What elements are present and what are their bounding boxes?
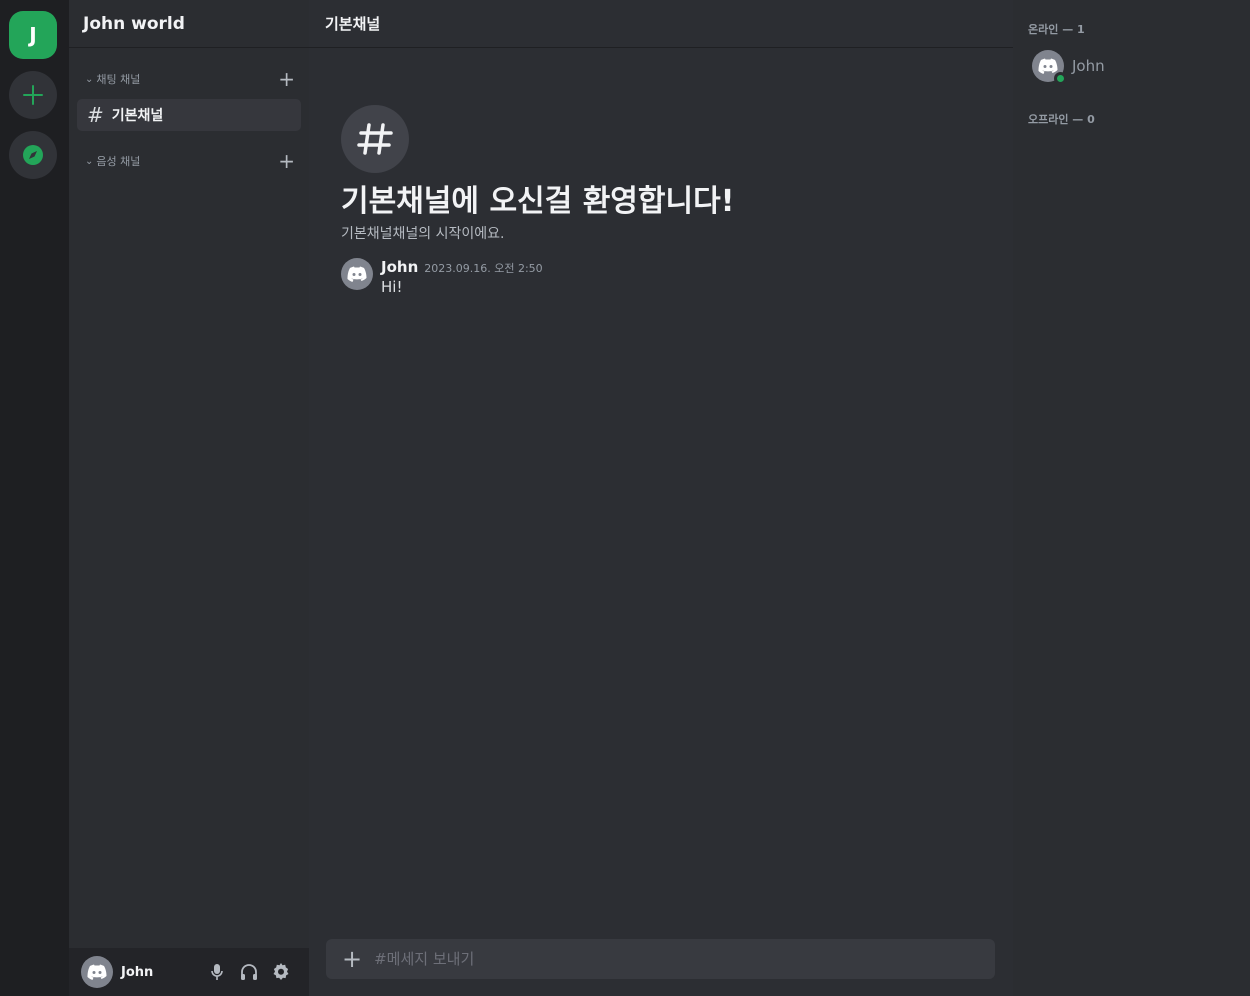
attach-plus-icon[interactable]: + bbox=[342, 947, 362, 971]
message-timestamp: 2023.09.16. 오전 2:50 bbox=[424, 262, 543, 275]
message-author[interactable]: John bbox=[381, 258, 418, 276]
member-item[interactable]: John bbox=[1032, 50, 1105, 85]
user-settings-button[interactable] bbox=[265, 956, 297, 988]
online-members-header: 온라인 — 1 bbox=[1028, 23, 1085, 36]
hash-icon: # bbox=[87, 103, 104, 127]
channel-item-default[interactable]: # 기본채널 bbox=[77, 99, 301, 131]
plus-icon bbox=[23, 85, 43, 105]
avatar[interactable] bbox=[341, 258, 373, 290]
channel-name: 기본채널 bbox=[111, 108, 164, 124]
explore-servers-button[interactable] bbox=[9, 131, 57, 179]
category-label: 채팅 채널 bbox=[96, 73, 141, 86]
online-status-icon bbox=[1054, 72, 1067, 85]
deafen-button[interactable] bbox=[233, 956, 265, 988]
username: John bbox=[121, 964, 154, 980]
server-initial: J bbox=[29, 23, 37, 47]
hash-icon bbox=[357, 123, 393, 155]
mute-button[interactable] bbox=[201, 956, 233, 988]
category-voice-channels[interactable]: ⌄ 음성 채널 + bbox=[85, 151, 295, 171]
avatar[interactable] bbox=[81, 956, 113, 988]
chevron-down-icon: ⌄ bbox=[85, 73, 94, 85]
category-label: 음성 채널 bbox=[96, 155, 141, 168]
add-server-button[interactable] bbox=[9, 71, 57, 119]
discord-logo-icon bbox=[87, 964, 107, 980]
discord-logo-icon bbox=[347, 266, 367, 282]
channel-sidebar: John world ⌄ 채팅 채널 + # 기본채널 ⌄ 음성 채널 + bbox=[69, 0, 309, 996]
server-rail: J bbox=[0, 0, 69, 996]
server-icon-john-world[interactable]: J bbox=[9, 11, 57, 59]
offline-members-header: 오프라인 — 0 bbox=[1028, 113, 1095, 126]
message-composer: + bbox=[326, 939, 995, 979]
microphone-icon bbox=[211, 964, 223, 980]
chat-area: 기본채널 기본채널에 오신걸 환영합니다! 기본채널채널의 시작이에요. Joh… bbox=[309, 0, 1013, 996]
headphones-icon bbox=[241, 964, 257, 980]
server-name: John world bbox=[83, 13, 185, 34]
discord-logo-icon bbox=[1038, 58, 1058, 74]
add-channel-icon[interactable]: + bbox=[278, 151, 295, 171]
server-header[interactable]: John world bbox=[69, 0, 309, 48]
avatar bbox=[1032, 50, 1067, 85]
member-name: John bbox=[1072, 57, 1105, 75]
chevron-down-icon: ⌄ bbox=[85, 155, 94, 167]
message-text: Hi! bbox=[381, 278, 403, 296]
channel-title: 기본채널 bbox=[325, 15, 381, 33]
member-list: 온라인 — 1 John 오프라인 — 0 bbox=[1013, 0, 1250, 996]
category-text-channels[interactable]: ⌄ 채팅 채널 + bbox=[85, 69, 295, 89]
add-channel-icon[interactable]: + bbox=[278, 69, 295, 89]
user-panel: John bbox=[69, 948, 309, 996]
channel-welcome-badge bbox=[341, 105, 409, 173]
compass-icon bbox=[23, 145, 43, 165]
message-input[interactable] bbox=[374, 950, 995, 968]
welcome-title: 기본채널에 오신걸 환영합니다! bbox=[341, 184, 735, 219]
welcome-subtitle: 기본채널채널의 시작이에요. bbox=[341, 226, 505, 242]
message-item: John 2023.09.16. 오전 2:50 Hi! bbox=[341, 258, 543, 296]
settings-gear-icon bbox=[273, 963, 289, 980]
chat-header: 기본채널 bbox=[309, 0, 1013, 48]
